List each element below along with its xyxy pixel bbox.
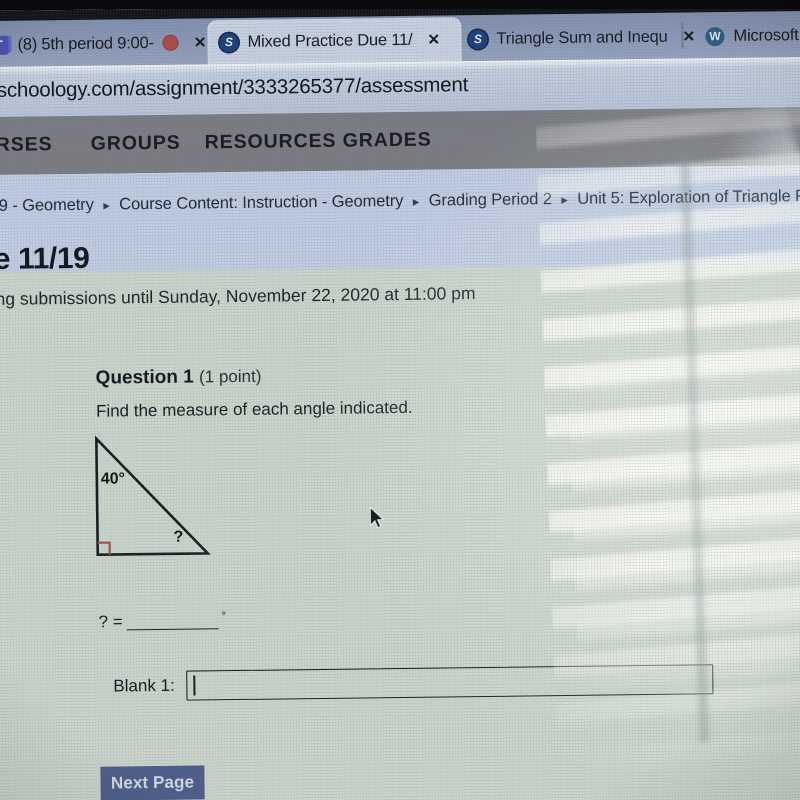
photographed-screen: T (8) 5th period 9:00- ✕ S Mixed Practic… [0, 0, 800, 800]
photo-vignette [0, 0, 800, 800]
